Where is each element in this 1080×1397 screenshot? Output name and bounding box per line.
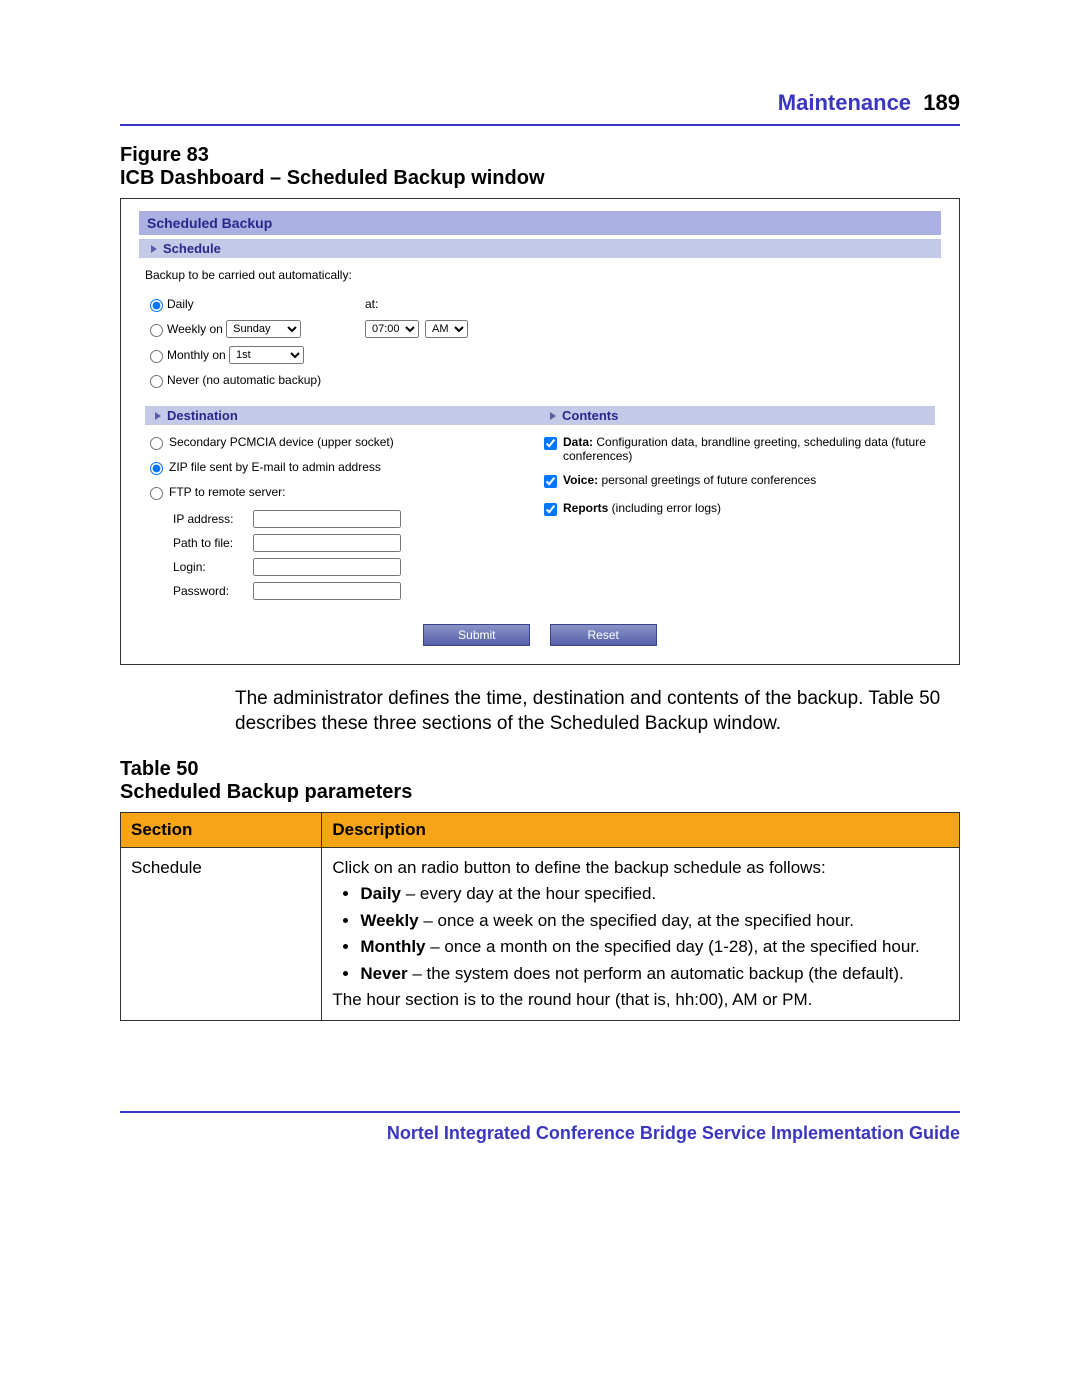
ftp-path-input[interactable]: [253, 534, 401, 552]
figure-caption: Figure 83 ICB Dashboard – Scheduled Back…: [120, 144, 960, 190]
table-cell-description: Click on an radio button to define the b…: [322, 848, 960, 1021]
list-item: Monthly – once a month on the specified …: [360, 937, 949, 957]
table-header-section: Section: [121, 813, 322, 848]
ftp-ip-input[interactable]: [253, 510, 401, 528]
content-reports-checkbox[interactable]: [544, 503, 557, 516]
scheduled-backup-window: Scheduled Backup Schedule Backup to be c…: [120, 198, 960, 665]
list-item: Weekly – once a week on the specified da…: [360, 911, 949, 931]
panel-title: Scheduled Backup: [139, 211, 941, 235]
chevron-right-icon: [149, 244, 159, 254]
ftp-login-label: Login:: [173, 560, 253, 574]
content-data-checkbox[interactable]: [544, 437, 557, 450]
contents-tab-label: Contents: [562, 408, 618, 423]
dest-pcmcia-label: Secondary PCMCIA device (upper socket): [169, 435, 394, 449]
table-cell-section: Schedule: [121, 848, 322, 1021]
schedule-tab-label: Schedule: [163, 241, 221, 256]
monthly-radio[interactable]: [150, 350, 163, 363]
table-label: Table 50: [120, 758, 199, 780]
footer: Nortel Integrated Conference Bridge Serv…: [120, 1111, 960, 1144]
daily-radio[interactable]: [150, 299, 163, 312]
ftp-password-input[interactable]: [253, 582, 401, 600]
weekly-label: Weekly on: [167, 322, 223, 336]
content-voice-checkbox[interactable]: [544, 475, 557, 488]
never-label: Never (no automatic backup): [167, 373, 321, 387]
never-radio[interactable]: [150, 375, 163, 388]
table-header-description: Description: [322, 813, 960, 848]
submit-button[interactable]: Submit: [423, 624, 530, 646]
body-paragraph: The administrator defines the time, dest…: [235, 687, 960, 736]
figure-label: Figure 83: [120, 144, 209, 166]
page-header: Maintenance 189: [120, 90, 960, 116]
dest-pcmcia-radio[interactable]: [150, 437, 163, 450]
content-voice-text: Voice: personal greetings of future conf…: [563, 473, 816, 487]
dest-zip-label: ZIP file sent by E-mail to admin address: [169, 460, 381, 474]
ftp-password-label: Password:: [173, 584, 253, 598]
footer-text: Nortel Integrated Conference Bridge Serv…: [387, 1123, 960, 1143]
ampm-select[interactable]: AM: [425, 320, 468, 338]
schedule-intro: Backup to be carried out automatically:: [145, 268, 935, 282]
list-item: Daily – every day at the hour specified.: [360, 884, 949, 904]
header-section: Maintenance: [778, 90, 911, 115]
time-select[interactable]: 07:00: [365, 320, 419, 338]
daily-label: Daily: [167, 297, 194, 311]
monthly-label: Monthly on: [167, 348, 226, 362]
chevron-right-icon: [153, 411, 163, 421]
contents-section-header: Contents: [540, 406, 935, 425]
monthly-day-select[interactable]: 1st: [229, 346, 304, 364]
destination-section-header: Destination: [145, 406, 540, 425]
dest-ftp-label: FTP to remote server:: [169, 485, 285, 499]
header-rule: [120, 124, 960, 126]
weekly-radio[interactable]: [150, 324, 163, 337]
destination-tab-label: Destination: [167, 408, 238, 423]
at-label: at:: [365, 297, 378, 311]
dest-ftp-radio[interactable]: [150, 487, 163, 500]
figure-title: ICB Dashboard – Scheduled Backup window: [120, 167, 545, 189]
content-reports-text: Reports (including error logs): [563, 501, 721, 515]
ftp-login-input[interactable]: [253, 558, 401, 576]
dest-zip-radio[interactable]: [150, 462, 163, 475]
header-page-number: 189: [923, 90, 960, 115]
weekly-day-select[interactable]: Sunday: [226, 320, 301, 338]
list-item: Never – the system does not perform an a…: [360, 964, 949, 984]
parameters-table: Section Description Schedule Click on an…: [120, 812, 960, 1021]
table-caption: Table 50 Scheduled Backup parameters: [120, 758, 960, 804]
chevron-right-icon: [548, 411, 558, 421]
content-data-text: Data: Configuration data, brandline gree…: [563, 435, 935, 463]
reset-button[interactable]: Reset: [550, 624, 657, 646]
table-title: Scheduled Backup parameters: [120, 781, 412, 803]
table-row: Schedule Click on an radio button to def…: [121, 848, 960, 1021]
ftp-ip-label: IP address:: [173, 512, 253, 526]
ftp-path-label: Path to file:: [173, 536, 253, 550]
schedule-section-header: Schedule: [139, 239, 941, 258]
